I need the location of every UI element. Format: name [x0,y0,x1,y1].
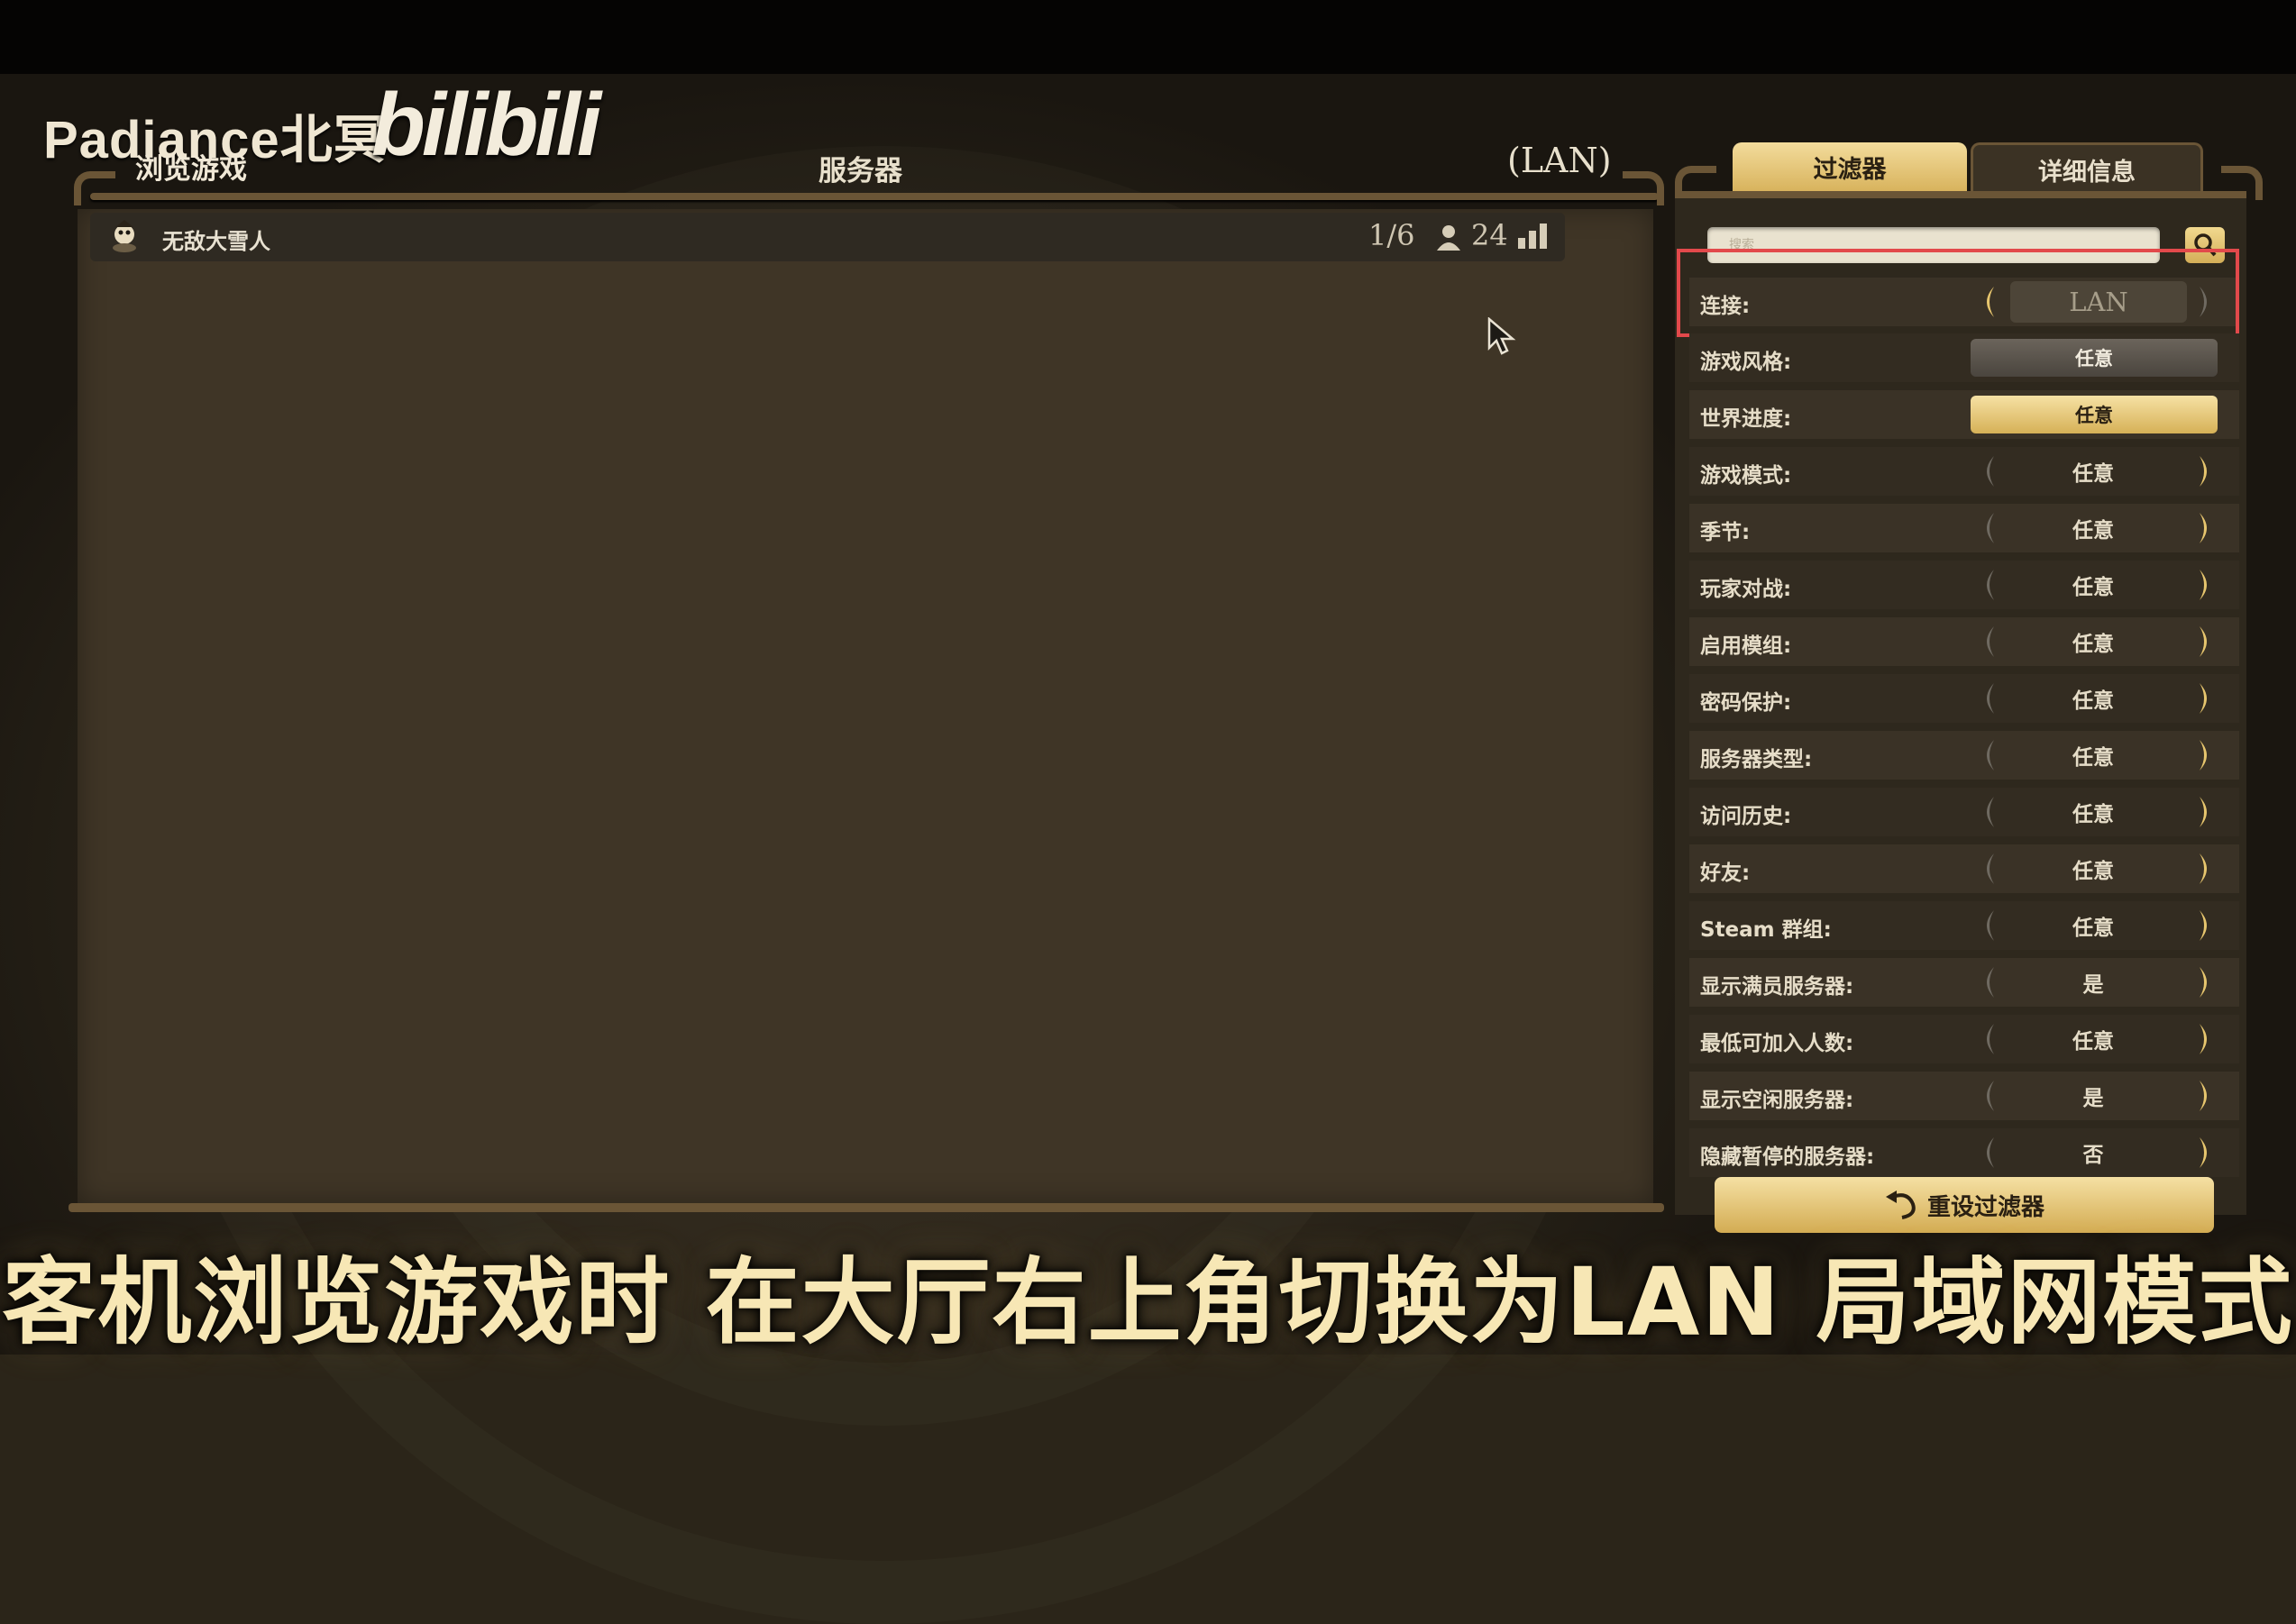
arrow-left-icon[interactable] [1974,795,1998,829]
filter-row-game-style: 游戏风格: 任意 [1689,333,2239,382]
filter-row-mods: 启用模组: 任意 [1689,617,2239,666]
arrow-left-icon[interactable] [1974,681,1998,716]
tab-filters[interactable]: 过滤器 [1733,142,1967,191]
filter-label: 好友: [1700,862,1751,885]
page-title: 浏览游戏 [135,153,247,186]
server-row[interactable]: 无敌大雪人 1/6 24 [90,213,1565,261]
arrow-left-icon[interactable] [1974,965,1998,999]
arrow-right-icon[interactable] [2196,1022,2219,1056]
filter-label: 玩家对战: [1700,578,1792,601]
game-style-button[interactable]: 任意 [1971,339,2218,377]
arrow-right-icon[interactable] [2196,852,2219,886]
filter-row-steam-group: Steam 群组: 任意 [1689,901,2239,950]
mouse-cursor-icon [1487,317,1516,355]
arrow-right-icon[interactable] [2196,795,2219,829]
filter-label: 显示满员服务器: [1700,975,1854,999]
filter-label: 季节: [1700,521,1751,544]
filter-row-friends: 好友: 任意 [1689,844,2239,893]
filter-value: 否 [2082,1144,2104,1167]
filter-label: 访问历史: [1700,805,1792,828]
arrow-right-icon[interactable] [2196,454,2219,488]
filter-label: 游戏风格: [1700,351,1792,374]
filter-row-show-full: 显示满员服务器: 是 [1689,958,2239,1007]
filter-value: 任意 [2072,519,2114,543]
filter-label: 最低可加入人数: [1700,1032,1854,1055]
server-list-panel [78,209,1653,1203]
arrow-right-icon[interactable] [2196,625,2219,659]
filter-label: 密码保护: [1700,691,1792,715]
tab-details[interactable]: 详细信息 [1971,142,2203,194]
arrow-left-icon[interactable] [1974,511,1998,545]
video-caption: 客机浏览游戏时 在大厅右上角切换为LAN 局域网模式 [2,1247,2294,1357]
signal-strength-icon [1518,224,1547,249]
arrow-left-icon[interactable] [1974,1022,1998,1056]
filter-row-server-type: 服务器类型: 任意 [1689,731,2239,780]
filter-label: 世界进度: [1700,407,1792,431]
filter-row-game-mode: 游戏模式: 任意 [1689,447,2239,496]
filter-value: 任意 [2072,860,2114,883]
filter-label: 游戏模式: [1700,464,1792,488]
filter-value: 任意 [2072,689,2114,713]
server-player-count: 1/6 [1368,218,1415,252]
arrow-left-icon[interactable] [1974,1136,1998,1170]
filter-row-pvp: 玩家对战: 任意 [1689,561,2239,609]
filter-label: 服务器类型: [1700,748,1813,771]
arrow-right-icon[interactable] [2196,908,2219,943]
filter-value: 任意 [2072,803,2114,826]
filter-label: 隐藏暂停的服务器: [1700,1145,1875,1169]
filter-value: 任意 [2072,1030,2114,1054]
server-day-count: 24 [1471,218,1508,252]
filter-label: 启用模组: [1700,634,1792,658]
arrow-left-icon[interactable] [1974,568,1998,602]
undo-icon [1885,1191,1916,1219]
reset-filters-label: 重设过滤器 [1926,1193,2044,1221]
arrow-left-icon[interactable] [1974,908,1998,943]
filter-row-min-slots: 最低可加入人数: 任意 [1689,1015,2239,1063]
arrow-left-icon[interactable] [1974,738,1998,772]
filter-value: 任意 [2072,917,2114,940]
arrow-left-icon[interactable] [1974,852,1998,886]
bilibili-logo: bilibili [371,75,601,174]
server-character-icon [113,220,136,252]
frame-ornament [74,171,115,205]
top-letterbox [0,0,2296,74]
filter-row-password: 密码保护: 任意 [1689,674,2239,723]
filter-value: 是 [2082,973,2104,997]
reset-filters-button[interactable]: 重设过滤器 [1715,1177,2214,1233]
filter-row-show-empty: 显示空闲服务器: 是 [1689,1072,2239,1120]
filter-row-visit-history: 访问历史: 任意 [1689,788,2239,836]
filter-row-world-progress: 世界进度: 任意 [1689,390,2239,439]
filter-row-season: 季节: 任意 [1689,504,2239,552]
filter-value: 任意 [2072,462,2114,486]
arrow-right-icon[interactable] [2196,965,2219,999]
filter-row-hide-paused: 隐藏暂停的服务器: 否 [1689,1128,2239,1177]
filter-value: 是 [2082,1087,2104,1110]
arrow-right-icon[interactable] [2196,1079,2219,1113]
person-icon [1437,225,1460,251]
filter-label: 显示空闲服务器: [1700,1089,1854,1112]
highlight-box [1677,249,2239,337]
list-frame-bottom [69,1203,1664,1212]
frame-ornament [1623,171,1664,205]
servers-column-title: 服务器 [819,155,902,187]
arrow-right-icon[interactable] [2196,738,2219,772]
server-name: 无敌大雪人 [162,229,270,254]
arrow-left-icon[interactable] [1974,454,1998,488]
list-frame-top [90,193,1659,200]
arrow-right-icon[interactable] [2196,681,2219,716]
lan-mode-title: (LAN) [1507,141,1612,180]
arrow-left-icon[interactable] [1974,625,1998,659]
filter-value: 任意 [2072,576,2114,599]
arrow-right-icon[interactable] [2196,511,2219,545]
arrow-right-icon[interactable] [2196,1136,2219,1170]
filter-label: Steam 群组: [1700,918,1832,942]
world-progress-button[interactable]: 任意 [1971,396,2218,433]
arrow-left-icon[interactable] [1974,1079,1998,1113]
arrow-right-icon[interactable] [2196,568,2219,602]
filter-value: 任意 [2072,633,2114,656]
filter-value: 任意 [2072,746,2114,770]
